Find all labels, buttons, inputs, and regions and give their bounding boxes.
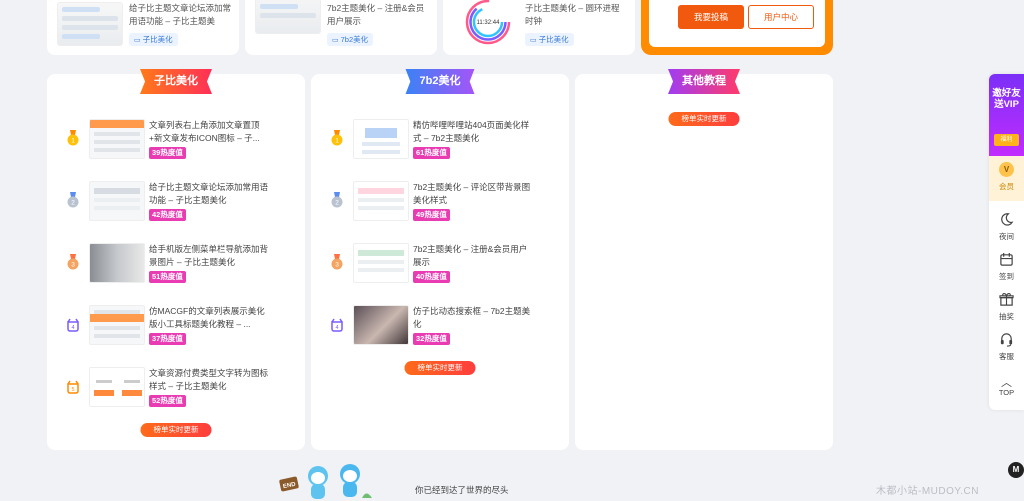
list-item[interactable]: 1 文章列表右上角添加文章置顶+新文章发布ICON图标 – 子... 39热度值 [47, 117, 305, 169]
hot-badge: 51热度值 [149, 271, 186, 283]
user-center-button[interactable]: 用户中心 [748, 5, 814, 29]
floating-sidebar: 邀好友送VIP 福利 V 会员 夜间 签到 抽奖 客服 ︿ TOP [989, 74, 1024, 410]
member-button[interactable]: V 会员 [989, 156, 1024, 201]
post-thumbnail[interactable] [89, 305, 145, 345]
list-item[interactable]: 4 仿子比动态搜索框 – 7b2主题美化 32热度值 [311, 303, 569, 355]
post-thumbnail[interactable] [353, 243, 409, 283]
top-card-2[interactable]: 7b2主题美化 – 注册&会员用户展示 ▭ 7b2美化 [245, 0, 437, 55]
svg-text:2: 2 [71, 200, 75, 207]
bronze-medal-icon: 3 [67, 254, 79, 270]
hot-badge: 42热度值 [149, 209, 186, 221]
post-thumbnail[interactable] [255, 0, 321, 34]
hot-badge: 32热度值 [413, 333, 450, 345]
post-title[interactable]: 文章列表右上角添加文章置顶+新文章发布ICON图标 – 子... [149, 119, 269, 145]
list-item[interactable]: 1 精仿哔哩哔哩站404页面美化样式 – 7b2主题美化 61热度值 [311, 117, 569, 169]
post-title[interactable]: 给子比主题文章论坛添加常用语功能 – 子比主题美 [129, 2, 231, 28]
post-title[interactable]: 精仿哔哩哔哩站404页面美化样式 – 7b2主题美化 [413, 119, 533, 145]
night-mode-button[interactable]: 夜间 [989, 204, 1024, 244]
list-item[interactable]: 5 文章资源付费类型文字转为图标样式 – 子比主题美化 52热度值 [47, 365, 305, 417]
ring-clock-thumbnail[interactable]: 11:32:44 [461, 0, 515, 48]
post-title[interactable]: 7b2主题美化 – 评论区带背景图美化样式 [413, 181, 533, 207]
rank-badge-icon: 4 [67, 318, 79, 332]
realtime-update-button[interactable]: 榜单实时更新 [668, 112, 740, 126]
list-item[interactable]: 3 给手机版左侧菜单栏导航添加背景图片 – 子比主题美化 51热度值 [47, 241, 305, 293]
panel-title: 子比美化 [140, 69, 212, 94]
post-title[interactable]: 子比主题美化 – 圆环进程时钟 [525, 2, 625, 28]
hot-badge: 40热度值 [413, 271, 450, 283]
back-to-top-button[interactable]: ︿ TOP [989, 368, 1024, 408]
gift-badge: 福利 [994, 134, 1019, 146]
svg-text:2: 2 [335, 200, 339, 207]
svg-text:4: 4 [335, 325, 338, 331]
post-thumbnail[interactable] [89, 243, 145, 283]
calendar-icon [1000, 252, 1013, 266]
gold-medal-icon: 1 [67, 130, 79, 146]
hot-badge: 39热度值 [149, 147, 186, 159]
lottery-button[interactable]: 抽奖 [989, 284, 1024, 324]
list-item[interactable]: 4 仿MACGF的文章列表展示美化版小工具标题美化教程 – ... 37热度值 [47, 303, 305, 355]
svg-text:1: 1 [335, 138, 339, 145]
panel-title: 7b2美化 [405, 69, 475, 94]
end-mascot-illustration: END [279, 464, 372, 499]
clock-time: 11:32:44 [477, 20, 501, 26]
silver-medal-icon: 2 [331, 192, 343, 208]
post-title[interactable]: 7b2主题美化 – 注册&会员用户展示 [413, 243, 533, 269]
rank-badge-icon: 5 [67, 380, 79, 394]
category-tag[interactable]: ▭ 子比美化 [129, 33, 178, 46]
ranking-panel-7b2: 7b2美化 1 精仿哔哩哔哩站404页面美化样式 – 7b2主题美化 61热度值… [311, 69, 569, 450]
svg-text:3: 3 [71, 262, 75, 269]
hot-badge: 49热度值 [413, 209, 450, 221]
list-item[interactable]: 2 给子比主题文章论坛添加常用语功能 – 子比主题美化 42热度值 [47, 179, 305, 231]
post-title[interactable]: 7b2主题美化 – 注册&会员用户展示 [327, 2, 427, 28]
svg-text:3: 3 [335, 262, 339, 269]
submit-card: 我要投稿 用户中心 [641, 0, 833, 55]
post-thumbnail[interactable] [89, 119, 145, 159]
folder-icon: ▭ [332, 37, 339, 44]
post-thumbnail[interactable] [57, 2, 123, 46]
svg-text:4: 4 [71, 325, 74, 331]
post-thumbnail[interactable] [353, 305, 409, 345]
post-title[interactable]: 给子比主题文章论坛添加常用语功能 – 子比主题美化 [149, 181, 269, 207]
list-item[interactable]: 2 7b2主题美化 – 评论区带背景图美化样式 49热度值 [311, 179, 569, 231]
category-tag[interactable]: ▭ 7b2美化 [327, 33, 374, 46]
realtime-update-button[interactable]: 榜单实时更新 [404, 361, 476, 375]
post-thumbnail[interactable] [89, 367, 145, 407]
headset-icon [1000, 333, 1013, 347]
gold-medal-icon: 1 [331, 130, 343, 146]
ranking-panel-other: 其他教程 榜单实时更新 [575, 69, 833, 450]
list-item[interactable]: 3 7b2主题美化 – 注册&会员用户展示 40热度值 [311, 241, 569, 293]
svg-text:1: 1 [71, 138, 75, 145]
gift-icon [999, 292, 1014, 306]
post-thumbnail[interactable] [353, 119, 409, 159]
checkin-button[interactable]: 签到 [989, 244, 1024, 284]
invite-vip-promo[interactable]: 邀好友送VIP 福利 [989, 74, 1024, 156]
end-of-page-text: 你已经到达了世界的尽头 [415, 485, 509, 495]
svg-text:5: 5 [71, 387, 74, 393]
folder-icon: ▭ [530, 37, 537, 44]
realtime-update-button[interactable]: 榜单实时更新 [140, 423, 212, 437]
rank-badge-icon: 4 [331, 318, 343, 332]
silver-medal-icon: 2 [67, 192, 79, 208]
post-title[interactable]: 文章资源付费类型文字转为图标样式 – 子比主题美化 [149, 367, 269, 393]
site-logo-icon: M [1008, 462, 1024, 478]
hot-badge: 52热度值 [149, 395, 186, 407]
top-card-1[interactable]: 给子比主题文章论坛添加常用语功能 – 子比主题美 ▭ 子比美化 [47, 0, 239, 55]
ranking-panel-zibi: 子比美化 1 文章列表右上角添加文章置顶+新文章发布ICON图标 – 子... … [47, 69, 305, 450]
bronze-medal-icon: 3 [331, 254, 343, 270]
customer-service-button[interactable]: 客服 [989, 324, 1024, 364]
vip-coin-icon: V [999, 162, 1014, 177]
panel-title: 其他教程 [668, 69, 740, 94]
category-tag[interactable]: ▭ 子比美化 [525, 33, 574, 46]
submit-post-button[interactable]: 我要投稿 [678, 5, 744, 29]
post-title[interactable]: 仿子比动态搜索框 – 7b2主题美化 [413, 305, 533, 331]
hot-badge: 37热度值 [149, 333, 186, 345]
moon-icon [1001, 213, 1014, 226]
post-title[interactable]: 给手机版左侧菜单栏导航添加背景图片 – 子比主题美化 [149, 243, 269, 269]
folder-icon: ▭ [134, 37, 141, 44]
site-watermark: 木都小站-MUDOY.CN [876, 486, 979, 497]
post-thumbnail[interactable] [353, 181, 409, 221]
post-thumbnail[interactable] [89, 181, 145, 221]
post-title[interactable]: 仿MACGF的文章列表展示美化版小工具标题美化教程 – ... [149, 305, 269, 331]
hot-badge: 61热度值 [413, 147, 450, 159]
